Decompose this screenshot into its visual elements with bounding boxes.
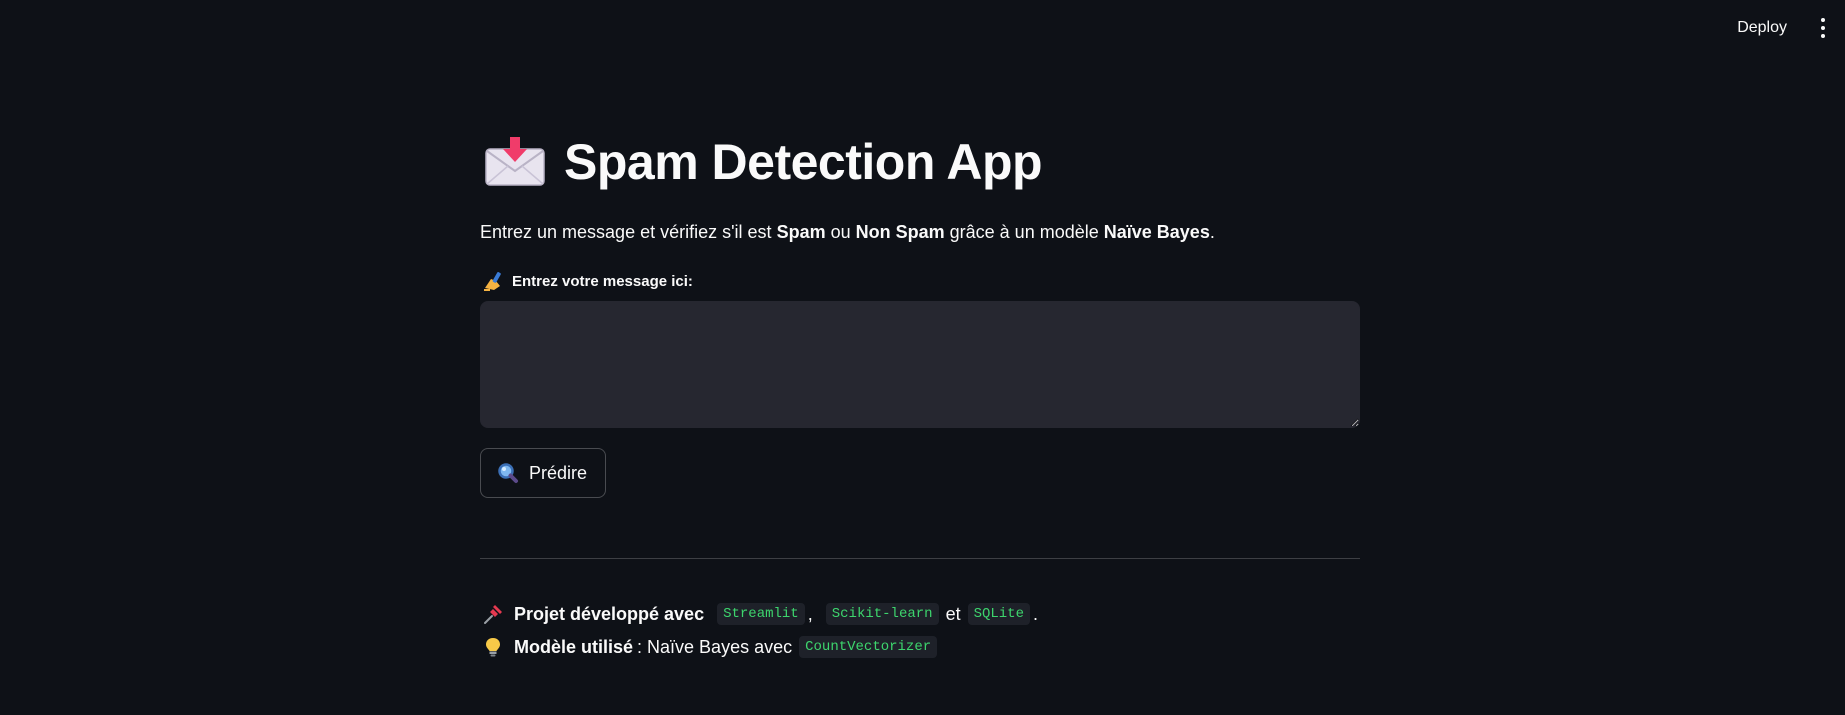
writing-hand-icon — [482, 270, 504, 292]
tag-scikit-learn: Scikit-learn — [825, 603, 939, 625]
message-input-wrap — [480, 301, 1360, 428]
pushpin-icon — [482, 603, 504, 625]
intro-part4: . — [1209, 222, 1215, 242]
intro-non-spam: Non Spam — [855, 222, 945, 242]
footer-tech-bold: Projet développé avec — [514, 603, 705, 624]
menu-dot — [1821, 18, 1825, 22]
menu-dot — [1821, 34, 1825, 38]
lightbulb-icon — [482, 636, 504, 658]
message-input[interactable] — [480, 301, 1360, 428]
predict-button-label: Prédire — [529, 462, 588, 483]
envelope-download-icon — [484, 137, 546, 187]
tag-streamlit: Streamlit — [717, 603, 805, 625]
tag-sqlite: SQLite — [967, 603, 1030, 625]
app-root: Deploy Spam Detection App Entrez un mess… — [0, 0, 1845, 715]
footer-tech-line: Projet développé avec Streamlit , Scikit… — [482, 603, 1038, 625]
message-label-text: Entrez votre message ici: — [512, 272, 693, 290]
message-label: Entrez votre message ici: — [482, 270, 693, 292]
title-row: Spam Detection App — [484, 132, 1043, 192]
intro-text: Entrez un message et vérifiez s'il est S… — [480, 219, 1215, 245]
intro-spam: Spam — [776, 222, 826, 242]
footer-model-text: : Naïve Bayes avec — [637, 636, 793, 657]
footer-model-line: Modèle utilisé : Naïve Bayes avec CountV… — [482, 636, 940, 658]
predict-button[interactable]: Prédire — [480, 448, 607, 498]
divider — [480, 558, 1360, 559]
intro-part3: grâce à un modèle — [944, 222, 1104, 242]
page-title: Spam Detection App — [564, 134, 1043, 190]
intro-part2: ou — [825, 222, 856, 242]
footer-end: . — [1033, 603, 1039, 624]
vertical-ellipsis-icon[interactable] — [1813, 14, 1833, 42]
footer-sep1: , — [807, 603, 813, 624]
deploy-button[interactable]: Deploy — [1729, 13, 1795, 43]
header-toolbar: Deploy — [1729, 0, 1845, 56]
footer-model-bold: Modèle utilisé — [514, 636, 634, 657]
footer-sep2: et — [945, 603, 961, 624]
magnifier-icon — [497, 462, 519, 484]
menu-dot — [1821, 26, 1825, 30]
intro-part1: Entrez un message et vérifiez s'il est — [480, 222, 777, 242]
tag-countvectorizer: CountVectorizer — [799, 636, 938, 658]
intro-model: Naïve Bayes — [1103, 222, 1210, 242]
